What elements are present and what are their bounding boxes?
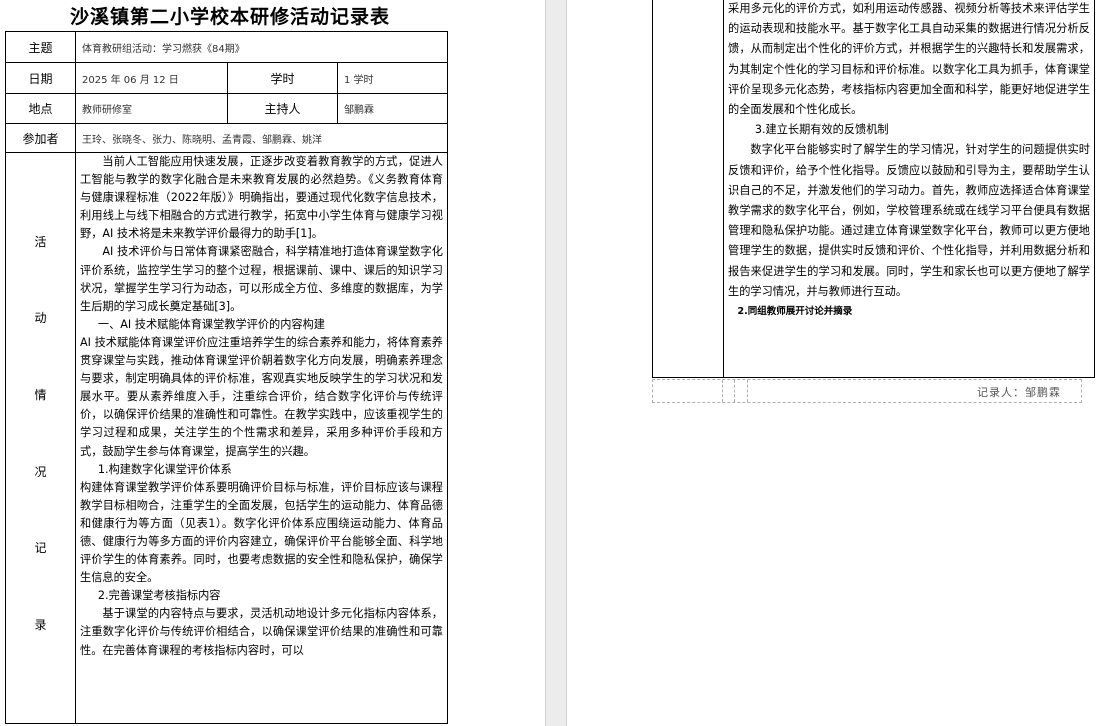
section-heading: 一、AI 技术赋能体育课堂教学评价的内容构建 (97, 317, 325, 331)
label-char: 情 (34, 388, 47, 403)
topic-value[interactable]: 体育教研组活动：学习燃获《84期》 (76, 32, 447, 62)
subsection-heading: 1.构建数字化课堂评价体系 (97, 462, 232, 476)
label-char: 录 (34, 618, 47, 633)
label-char: 活 (34, 234, 47, 249)
place-value[interactable]: 教师研修室 (76, 94, 228, 123)
place-label: 地点 (6, 94, 76, 123)
row-activity-record: 活 动 情 况 记 录 当前人工智能应用快速发展，正逐步改变着教育教学的方式，促… (6, 153, 447, 723)
column-divider (723, 0, 724, 377)
host-value[interactable]: 邹鹏霖 (338, 94, 447, 123)
paragraph: 基于课堂的内容特点与要求，灵活机动地设计多元化指标内容体系，注重数字化评价与传统… (80, 607, 443, 657)
paragraph: 当前人工智能应用快速发展，正逐步改变着教育教学的方式，促进人工智能与教学的数字化… (80, 155, 443, 241)
recorder-name[interactable]: 记录人：邹鹏霖 (977, 384, 1061, 400)
row-place: 地点 教师研修室 主持人 邹鹏霖 (6, 94, 447, 124)
activity-record-content[interactable]: 当前人工智能应用快速发展，正逐步改变着教育教学的方式，促进人工智能与教学的数字化… (76, 153, 447, 723)
paragraph: AI 技术赋能体育课堂评价应注重培养学生的综合素养和能力，将体育素养贯穿课堂与实… (80, 335, 443, 458)
label-char: 动 (34, 311, 47, 326)
cell-divider (722, 380, 723, 402)
host-label: 主持人 (228, 94, 338, 123)
paragraph: AI 技术评价与日常体育课紧密融合，科学精准地打造体育课堂数字化评价系统，监控学… (80, 245, 443, 313)
subsection-heading: 3.建立长期有效的反馈机制 (754, 123, 889, 137)
row-participants: 参加者 王玲、张晓冬、张力、陈晓明、孟青霞、邹鹏霖、姚洋 (6, 124, 447, 153)
record-table: 主题 体育教研组活动：学习燃获《84期》 日期 2025 年 06 月 12 日… (5, 31, 448, 724)
cell-divider (747, 380, 748, 402)
activity-record-label: 活 动 情 况 记 录 (6, 153, 76, 723)
page-1: 沙溪镇第二小学校本研修活动记录表 主题 体育教研组活动：学习燃获《84期》 日期… (0, 0, 545, 726)
activity-record-content-continued[interactable]: 采用多元化的评价方式，如利用运动传感器、视频分析等技术来评估学生的运动表现和技能… (728, 0, 1090, 322)
page-2: 采用多元化的评价方式，如利用运动传感器、视频分析等技术来评估学生的运动表现和技能… (566, 0, 1099, 726)
subsection-heading: 2.完善课堂考核指标内容 (97, 589, 221, 603)
row-topic: 主题 体育教研组活动：学习燃获《84期》 (6, 32, 447, 63)
page-gap (545, 0, 567, 726)
date-value[interactable]: 2025 年 06 月 12 日 (76, 63, 228, 93)
topic-label: 主题 (6, 32, 76, 62)
label-char: 况 (34, 464, 47, 479)
discussion-heading: 2.同组教师展开讨论并摘录 (737, 306, 853, 318)
document-title: 沙溪镇第二小学校本研修活动记录表 (69, 6, 390, 28)
label-char: 记 (34, 541, 47, 556)
row-date: 日期 2025 年 06 月 12 日 学时 1 学时 (6, 63, 447, 94)
paragraph: 数字化平台能够实时了解学生的学习情况，针对学生的问题提供实时反馈和评价，给予个性… (728, 143, 1090, 298)
hours-value[interactable]: 1 学时 (338, 63, 447, 93)
record-table-continued: 采用多元化的评价方式，如利用运动传感器、视频分析等技术来评估学生的运动表现和技能… (652, 0, 1095, 378)
recorder-row: 记录人：邹鹏霖 (652, 379, 1082, 403)
participants-label: 参加者 (6, 124, 76, 152)
hours-label: 学时 (228, 63, 338, 93)
paragraph: 采用多元化的评价方式，如利用运动传感器、视频分析等技术来评估学生的运动表现和技能… (728, 2, 1090, 117)
participants-value[interactable]: 王玲、张晓冬、张力、陈晓明、孟青霞、邹鹏霖、姚洋 (76, 124, 447, 152)
date-label: 日期 (6, 63, 76, 93)
cell-divider (734, 380, 735, 402)
paragraph: 构建体育课堂教学评价体系要明确评价目标与标准，评价目标应该与课程教学目标相吻合，… (80, 480, 443, 585)
